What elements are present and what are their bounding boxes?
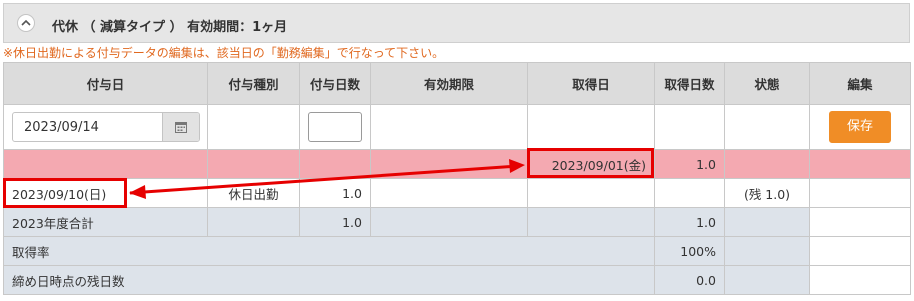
remaining-days-row: 締め日時点の残日数 0.0	[3, 265, 911, 295]
grant-status: (残 1.0)	[724, 178, 810, 208]
grant-table: 付与日 付与種別 付与日数 有効期限 取得日 取得日数 状態 編集 2023/0…	[3, 62, 911, 295]
acquired-date-cell	[527, 104, 655, 150]
header-grant-days: 付与日数	[299, 62, 371, 105]
fiscal-total-label: 2023年度合計	[3, 207, 208, 237]
fiscal-total-grant-days: 1.0	[299, 207, 371, 237]
new-grant-row: 2023/09/14 保存	[3, 104, 911, 150]
header-grant-date: 付与日	[3, 62, 208, 105]
acquisition-rate-value: 100%	[654, 236, 725, 266]
remaining-days-label: 締め日時点の残日数	[3, 265, 655, 295]
header-grant-type: 付与種別	[207, 62, 300, 105]
expiry-cell	[370, 104, 528, 150]
edit-cell: 保存	[809, 104, 911, 150]
header-edit: 編集	[809, 62, 911, 105]
header-acquired-days: 取得日数	[654, 62, 725, 105]
acquisition-rate-row: 取得率 100%	[3, 236, 911, 266]
grant-days: 1.0	[299, 178, 371, 208]
header-status: 状態	[724, 62, 810, 105]
grant-days-input[interactable]	[308, 112, 362, 142]
panel-title: 代休 （ 減算タイプ ） 有効期間：1ヶ月	[52, 20, 288, 35]
acquisition-row: 2023/09/01(金) 1.0	[3, 149, 911, 179]
save-button[interactable]: 保存	[829, 111, 891, 143]
acquired-date: 2023/09/01(金)	[527, 149, 655, 179]
edit-notice: ※休日出勤による付与データの編集は、該当日の「勤務編集」で行なって下さい。	[3, 46, 445, 60]
header-row: 付与日 付与種別 付与日数 有効期限 取得日 取得日数 状態 編集	[3, 62, 911, 105]
fiscal-total-row: 2023年度合計 1.0 1.0	[3, 207, 911, 237]
fiscal-total-acquired-days: 1.0	[654, 207, 725, 237]
acquired-days: 1.0	[654, 149, 725, 179]
grant-type-cell	[207, 104, 300, 150]
grant-type: 休日出勤	[207, 178, 300, 208]
collapse-chevron-icon[interactable]	[17, 14, 35, 32]
acquisition-rate-label: 取得率	[3, 236, 655, 266]
grant-date-cell: 2023/09/14	[3, 104, 208, 150]
calendar-icon[interactable]	[162, 113, 199, 141]
header-expiry: 有効期限	[370, 62, 528, 105]
status-cell	[724, 104, 810, 150]
grant-date-input[interactable]: 2023/09/14	[12, 112, 200, 142]
remaining-days-value: 0.0	[654, 265, 725, 295]
grant-date-value: 2023/09/14	[24, 120, 99, 135]
panel-header: 代休 （ 減算タイプ ） 有効期間：1ヶ月	[3, 3, 910, 43]
header-acquired-date: 取得日	[527, 62, 655, 105]
grant-days-cell	[299, 104, 371, 150]
acquired-days-cell	[654, 104, 725, 150]
grant-row: 2023/09/10(日) 休日出勤 1.0 (残 1.0)	[3, 178, 911, 208]
grant-date: 2023/09/10(日)	[3, 178, 208, 208]
